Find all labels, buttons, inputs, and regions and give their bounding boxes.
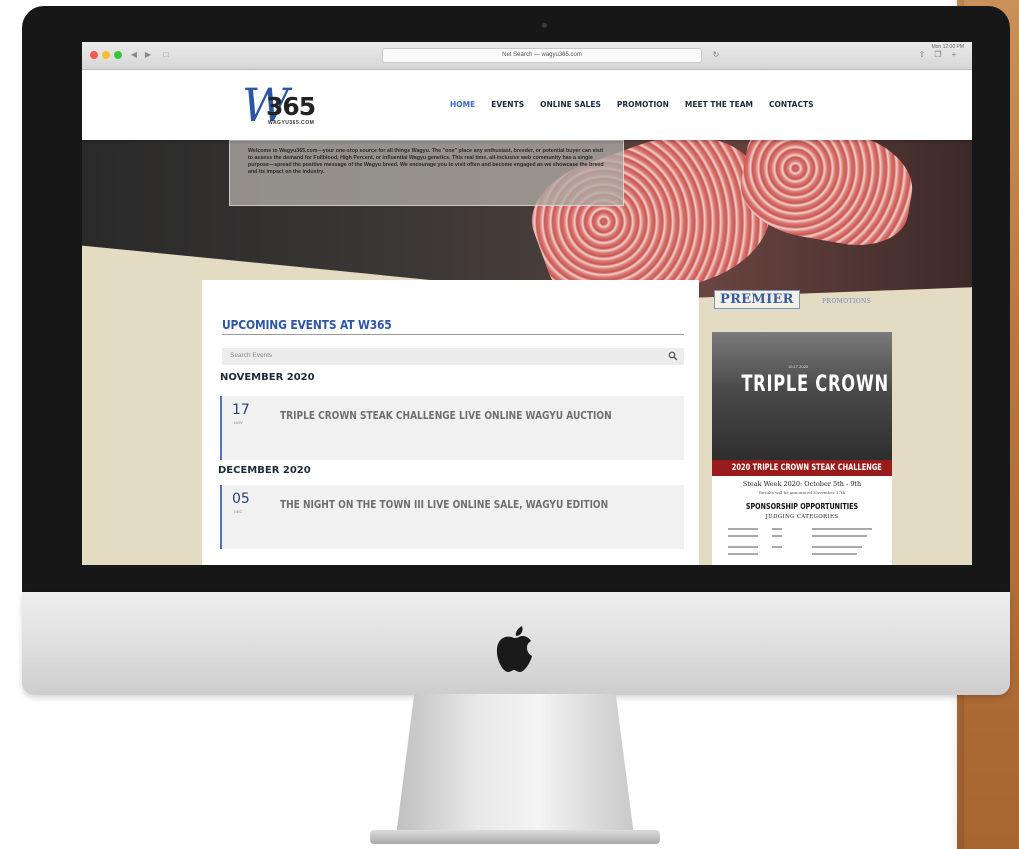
logo-subtitle: WAGYU365.COM bbox=[268, 120, 315, 126]
fine-print-line bbox=[728, 553, 758, 555]
imac-stand-foot bbox=[370, 830, 660, 844]
premier-label: PREMIER bbox=[714, 290, 800, 309]
poster-title: TRIPLE CROWN bbox=[741, 372, 889, 397]
poster-judging-heading: JUDGING CATEGORIES bbox=[765, 514, 839, 520]
events-heading: UPCOMING EVENTS AT W365 bbox=[222, 317, 392, 332]
poster-date: 10.17.2020 bbox=[788, 364, 809, 369]
share-icon[interactable]: ⇧ bbox=[916, 49, 928, 61]
event-month: NOV bbox=[234, 420, 243, 425]
fine-print-line bbox=[812, 546, 862, 548]
add-tab-icon[interactable]: + bbox=[948, 49, 960, 61]
event-title-link[interactable]: TRIPLE CROWN STEAK CHALLENGE LIVE ONLINE… bbox=[280, 409, 612, 422]
forward-arrow-icon[interactable]: ▶ bbox=[142, 50, 154, 60]
poster-note: Results will be announced November 17th bbox=[758, 490, 846, 495]
hero-banner: Welcome to Wagyu365.com—your one-stop so… bbox=[82, 140, 972, 300]
event-title-link[interactable]: THE NIGHT ON THE TOWN III LIVE ONLINE SA… bbox=[280, 498, 608, 511]
main-navigation: HOME EVENTS ONLINE SALES PROMOTION MEET … bbox=[450, 100, 814, 109]
events-search-input[interactable]: Search Events bbox=[222, 348, 684, 365]
site-header: W 365 WAGYU365.COM HOME EVENTS ONLINE SA… bbox=[82, 70, 972, 140]
event-item[interactable]: 17 NOV TRIPLE CROWN STEAK CHALLENGE LIVE… bbox=[220, 396, 684, 460]
month-heading: NOVEMBER 2020 bbox=[220, 372, 315, 383]
address-bar[interactable]: Net Search — wagyu365.com bbox=[382, 48, 702, 63]
events-panel: UPCOMING EVENTS AT W365 Search Events NO… bbox=[202, 280, 699, 565]
nav-events[interactable]: EVENTS bbox=[491, 100, 524, 109]
logo-number: 365 bbox=[266, 92, 316, 121]
fine-print-line bbox=[772, 535, 782, 537]
event-month: DEC bbox=[234, 509, 243, 514]
poster-sponsorship-heading: SPONSORSHIP OPPORTUNITIES bbox=[745, 502, 859, 511]
apple-logo-icon bbox=[496, 626, 532, 672]
nav-contacts[interactable]: CONTACTS bbox=[769, 100, 814, 109]
hero-intro-text: Welcome to Wagyu365.com—your one-stop so… bbox=[248, 148, 604, 176]
imac-stand bbox=[395, 694, 635, 844]
minimize-window-button[interactable] bbox=[102, 51, 110, 59]
event-item[interactable]: 05 DEC THE NIGHT ON THE TOWN III LIVE ON… bbox=[220, 485, 684, 549]
nav-meet-the-team[interactable]: MEET THE TEAM bbox=[685, 100, 753, 109]
fine-print-line bbox=[728, 528, 758, 530]
heading-divider bbox=[222, 334, 684, 335]
promotions-label: PROMOTIONS bbox=[822, 298, 872, 305]
tabs-icon[interactable]: ❐ bbox=[932, 49, 944, 61]
fine-print-line bbox=[812, 553, 857, 555]
camera-icon bbox=[542, 23, 547, 28]
browser-toolbar: ◀ ▶ □ Net Search — wagyu365.com ↻ ⇧ ❐ + … bbox=[82, 42, 972, 70]
hero-intro-box: Welcome to Wagyu365.com—your one-stop so… bbox=[229, 140, 624, 206]
imac-screen: ◀ ▶ □ Net Search — wagyu365.com ↻ ⇧ ❐ + … bbox=[82, 42, 972, 565]
back-arrow-icon[interactable]: ◀ bbox=[128, 50, 140, 60]
fine-print-line bbox=[772, 546, 782, 548]
reload-icon[interactable]: ↻ bbox=[710, 49, 722, 61]
poster-subtitle: Steak Week 2020: October 5th - 9th bbox=[742, 480, 862, 488]
search-placeholder: Search Events bbox=[230, 352, 273, 359]
fine-print-line bbox=[728, 546, 758, 548]
zoom-window-button[interactable] bbox=[114, 51, 122, 59]
event-day: 05 bbox=[232, 491, 250, 507]
close-window-button[interactable] bbox=[90, 51, 98, 59]
poster-band-text: 2020 TRIPLE CROWN STEAK CHALLENGE bbox=[731, 463, 882, 473]
premier-promotions-heading: PREMIER PROMOTIONS bbox=[714, 290, 889, 315]
nav-promotion[interactable]: PROMOTION bbox=[617, 100, 669, 109]
fine-print-line bbox=[812, 528, 872, 530]
fine-print-line bbox=[772, 528, 782, 530]
nav-home[interactable]: HOME bbox=[450, 100, 475, 109]
w365-logo[interactable]: W 365 WAGYU365.COM bbox=[242, 80, 337, 135]
sidebar-icon[interactable]: □ bbox=[160, 50, 172, 60]
fine-print-line bbox=[812, 535, 867, 537]
search-icon[interactable] bbox=[668, 351, 678, 361]
poster-photo: 10.17.2020 TRIPLE CROWN bbox=[712, 332, 892, 460]
fine-print-line bbox=[728, 535, 758, 537]
month-heading: DECEMBER 2020 bbox=[218, 465, 311, 476]
nav-online-sales[interactable]: ONLINE SALES bbox=[540, 100, 601, 109]
event-day: 17 bbox=[232, 402, 250, 418]
menubar-clock: Mon 12:00 PM bbox=[931, 44, 964, 50]
poster-band: 2020 TRIPLE CROWN STEAK CHALLENGE bbox=[712, 460, 892, 476]
triple-crown-poster[interactable]: 10.17.2020 TRIPLE CROWN 2020 TRIPLE CROW… bbox=[712, 332, 892, 565]
